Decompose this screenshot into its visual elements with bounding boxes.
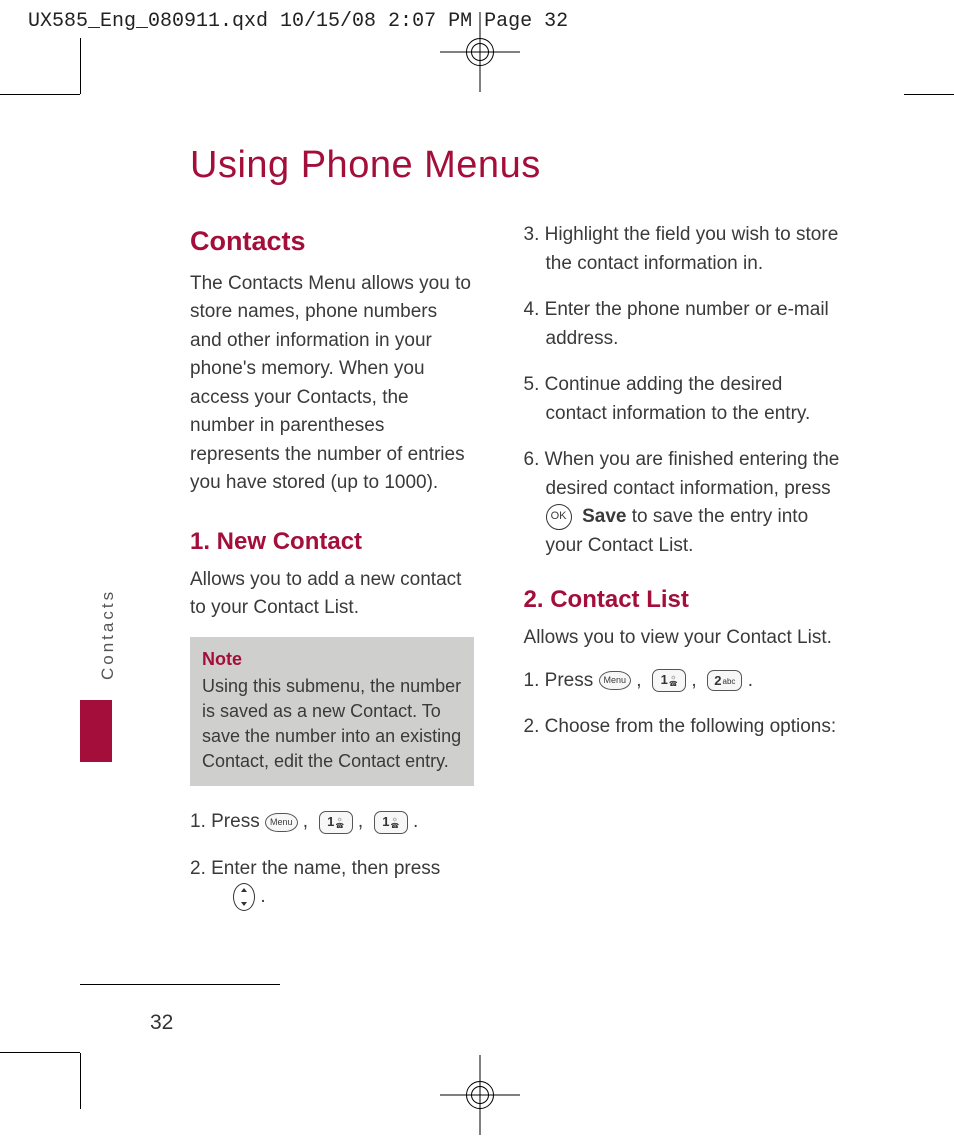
page-body: Using Phone Menus Contacts The Contacts … bbox=[80, 94, 904, 1053]
new-contact-intro: Allows you to add a new contact to your … bbox=[190, 566, 474, 623]
ok-key-icon: OK bbox=[546, 504, 572, 530]
nc-step-3: 3. Highlight the field you wish to store… bbox=[524, 221, 844, 278]
save-label: Save bbox=[582, 506, 626, 527]
nc-step-4: 4. Enter the phone number or e-mail addr… bbox=[524, 296, 844, 353]
nc-step2-text: 2. Enter the name, then press bbox=[190, 858, 440, 879]
crop-mark bbox=[0, 94, 80, 95]
note-box: Note Using this submenu, the number is s… bbox=[190, 637, 474, 787]
right-column: 3. Highlight the field you wish to store… bbox=[524, 221, 844, 930]
two-key-icon: 2abc bbox=[707, 670, 742, 691]
one-key-icon: 1☼☎ bbox=[652, 669, 686, 692]
crop-mark bbox=[0, 1052, 80, 1053]
crop-mark bbox=[80, 1053, 81, 1109]
left-column: Contacts The Contacts Menu allows you to… bbox=[150, 221, 474, 930]
contact-list-heading: 2. Contact List bbox=[524, 582, 844, 618]
nc-step6-a: 6. When you are finished entering the de… bbox=[524, 449, 840, 499]
page-title: Using Phone Menus bbox=[190, 144, 844, 187]
nc-step-1: 1. Press Menu , 1☼☎ , 1☼☎ . bbox=[190, 808, 474, 837]
registration-mark-top bbox=[460, 32, 500, 72]
cl-step1-lead: 1. Press bbox=[524, 670, 599, 691]
menu-key-icon: Menu bbox=[265, 813, 298, 833]
contacts-heading: Contacts bbox=[190, 221, 474, 262]
page-number: 32 bbox=[150, 1011, 173, 1035]
crop-mark bbox=[904, 94, 954, 95]
contacts-body: The Contacts Menu allows you to store na… bbox=[190, 270, 474, 498]
contact-list-intro: Allows you to view your Contact List. bbox=[524, 624, 844, 653]
nav-key-icon bbox=[233, 883, 255, 911]
footer-rule bbox=[80, 984, 280, 985]
nc-step1-lead: 1. Press bbox=[190, 811, 265, 832]
crop-mark bbox=[80, 38, 81, 94]
new-contact-heading: 1. New Contact bbox=[190, 524, 474, 560]
nc-step-2: 2. Enter the name, then press . bbox=[190, 855, 474, 912]
one-key-icon: 1☼☎ bbox=[374, 811, 408, 834]
cl-step-1: 1. Press Menu , 1☼☎ , 2abc . bbox=[524, 667, 844, 696]
registration-mark-bottom bbox=[460, 1075, 500, 1115]
menu-key-icon: Menu bbox=[599, 671, 632, 691]
note-title: Note bbox=[202, 647, 462, 672]
prepress-header: UX585_Eng_080911.qxd 10/15/08 2:07 PM Pa… bbox=[0, 0, 954, 33]
one-key-icon: 1☼☎ bbox=[319, 811, 353, 834]
note-body: Using this submenu, the number is saved … bbox=[202, 674, 462, 775]
nc-step-6: 6. When you are finished entering the de… bbox=[524, 446, 844, 560]
nc-step-5: 5. Continue adding the desired contact i… bbox=[524, 371, 844, 428]
cl-step-2: 2. Choose from the following options: bbox=[524, 713, 844, 742]
